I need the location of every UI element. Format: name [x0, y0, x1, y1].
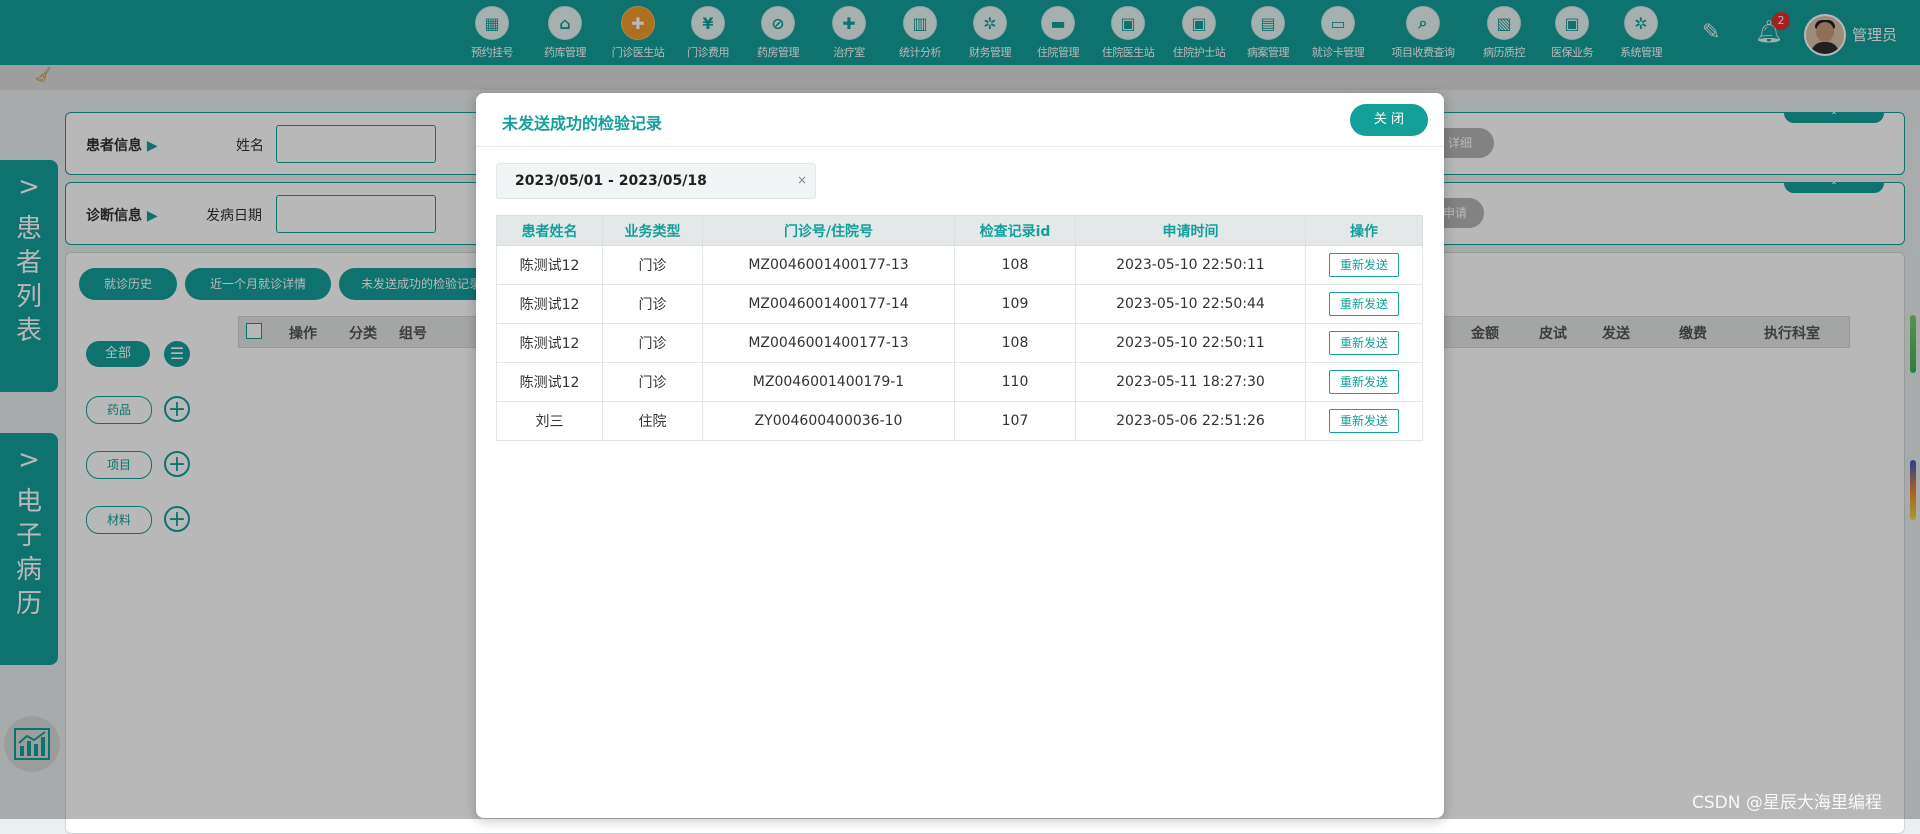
business-type-cell: 住院 [602, 401, 703, 441]
visit-number-cell: MZ0046001400177-13 [702, 245, 955, 285]
date-range-value: 2023/05/01 - 2023/05/18 [515, 173, 707, 189]
visit-number-cell: MZ0046001400177-14 [702, 284, 955, 324]
business-type-cell: 门诊 [602, 245, 703, 285]
dialog-header: 未发送成功的检验记录 关 闭 [476, 93, 1444, 147]
apply-time-cell: 2023-05-06 22:51:26 [1075, 401, 1306, 441]
apply-time-cell: 2023-05-10 22:50:11 [1075, 245, 1306, 285]
record-id-cell: 109 [954, 284, 1076, 324]
patient-name-cell: 陈测试12 [496, 245, 603, 285]
resend-button[interactable]: 重新发送 [1329, 253, 1399, 277]
date-range-picker[interactable]: 2023/05/01 - 2023/05/18 × [496, 163, 816, 199]
close-button[interactable]: 关 闭 [1350, 104, 1428, 136]
record-id-cell: 108 [954, 323, 1076, 363]
col-patient-name: 患者姓名 [496, 215, 603, 246]
resend-button[interactable]: 重新发送 [1329, 409, 1399, 433]
unsent-records-dialog: 未发送成功的检验记录 关 闭 2023/05/01 - 2023/05/18 ×… [476, 93, 1444, 818]
record-id-cell: 108 [954, 245, 1076, 285]
action-cell: 重新发送 [1305, 323, 1423, 363]
clear-icon[interactable]: × [797, 173, 807, 187]
visit-number-cell: MZ0046001400177-13 [702, 323, 955, 363]
action-cell: 重新发送 [1305, 401, 1423, 441]
apply-time-cell: 2023-05-10 22:50:44 [1075, 284, 1306, 324]
action-cell: 重新发送 [1305, 284, 1423, 324]
table-row: 陈测试12 门诊 MZ0046001400177-14 109 2023-05-10 2… [496, 284, 1423, 324]
patient-name-cell: 刘三 [496, 401, 603, 441]
col-business-type: 业务类型 [602, 215, 703, 246]
table-row: 陈测试12 门诊 MZ0046001400177-13 108 2023-05-10 2… [496, 245, 1423, 285]
apply-time-cell: 2023-05-10 22:50:11 [1075, 323, 1306, 363]
resend-button[interactable]: 重新发送 [1329, 292, 1399, 316]
visit-number-cell: MZ0046001400179-1 [702, 362, 955, 402]
table-row: 陈测试12 门诊 MZ0046001400179-1 110 2023-05-11 18… [496, 362, 1423, 402]
table-row: 刘三 住院 ZY004600400036-10 107 2023-05-06 22:51… [496, 401, 1423, 441]
table-row: 陈测试12 门诊 MZ0046001400177-13 108 2023-05-10 2… [496, 323, 1423, 363]
records-table: 患者姓名 业务类型 门诊号/住院号 检查记录id 申请时间 操作 陈测试12 门诊… [496, 215, 1423, 441]
col-record-id: 检查记录id [954, 215, 1076, 246]
table-header-row: 患者姓名 业务类型 门诊号/住院号 检查记录id 申请时间 操作 [496, 215, 1423, 246]
dialog-title: 未发送成功的检验记录 [502, 114, 663, 133]
patient-name-cell: 陈测试12 [496, 362, 603, 402]
col-action: 操作 [1305, 215, 1423, 246]
resend-button[interactable]: 重新发送 [1329, 370, 1399, 394]
business-type-cell: 门诊 [602, 323, 703, 363]
col-apply-time: 申请时间 [1075, 215, 1306, 246]
action-cell: 重新发送 [1305, 362, 1423, 402]
patient-name-cell: 陈测试12 [496, 323, 603, 363]
record-id-cell: 107 [954, 401, 1076, 441]
visit-number-cell: ZY004600400036-10 [702, 401, 955, 441]
patient-name-cell: 陈测试12 [496, 284, 603, 324]
business-type-cell: 门诊 [602, 284, 703, 324]
col-visit-number: 门诊号/住院号 [702, 215, 955, 246]
business-type-cell: 门诊 [602, 362, 703, 402]
record-id-cell: 110 [954, 362, 1076, 402]
apply-time-cell: 2023-05-11 18:27:30 [1075, 362, 1306, 402]
watermark: CSDN @星辰大海里编程 [1692, 793, 1882, 813]
resend-button[interactable]: 重新发送 [1329, 331, 1399, 355]
action-cell: 重新发送 [1305, 245, 1423, 285]
